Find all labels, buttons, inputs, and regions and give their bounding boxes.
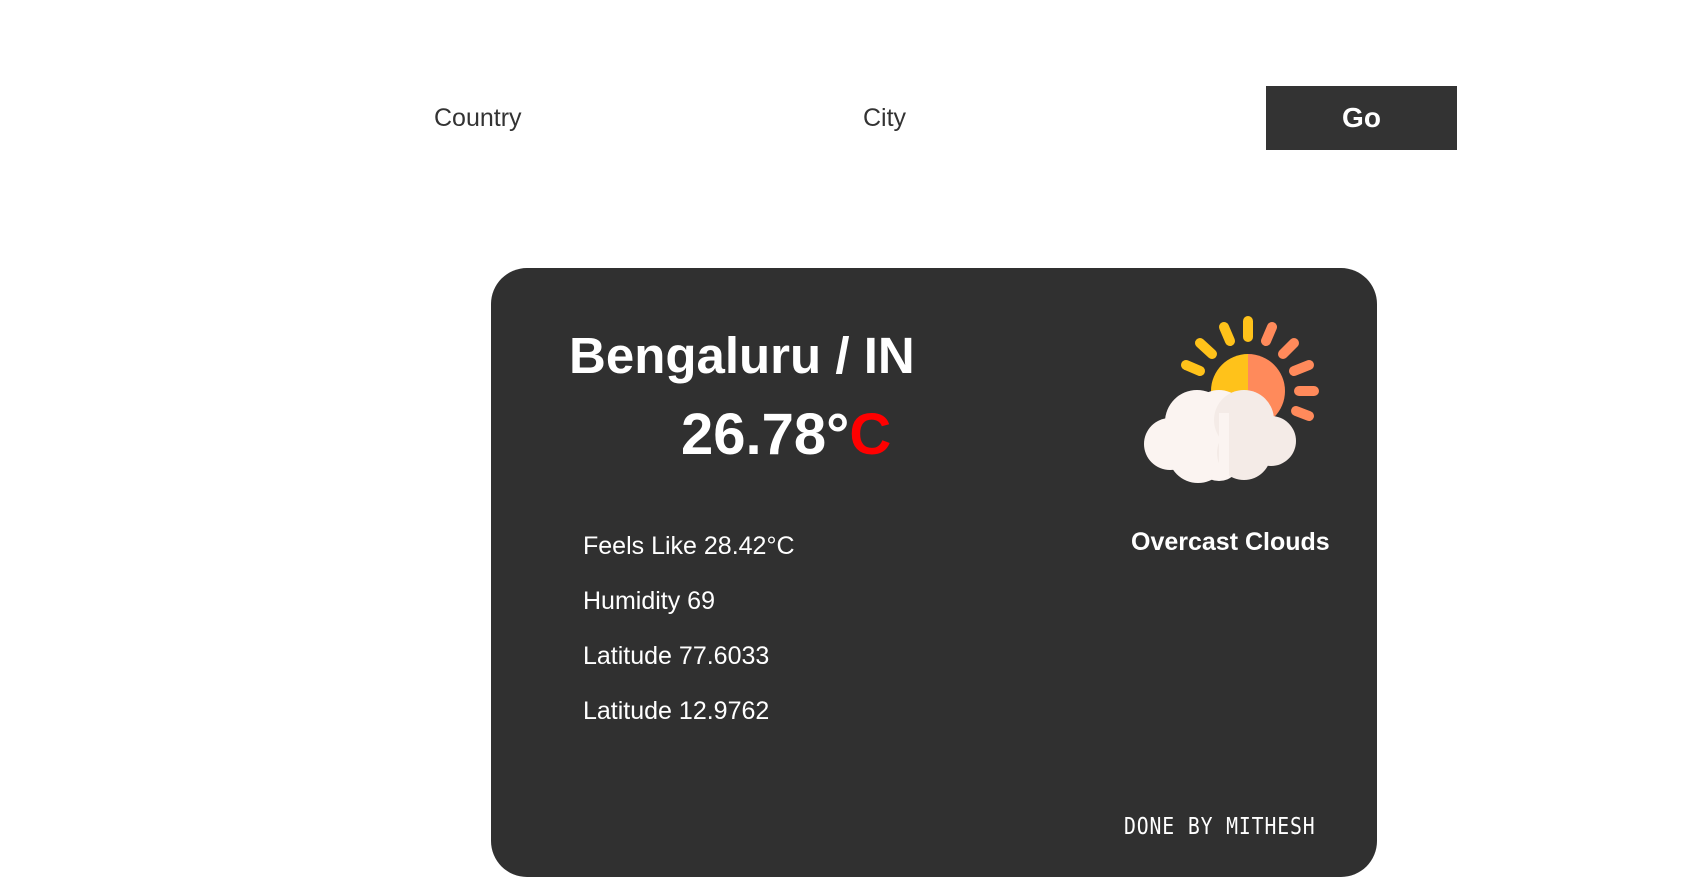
weather-condition: Overcast Clouds	[1131, 528, 1330, 556]
sun-behind-cloud-icon	[1144, 316, 1319, 483]
humidity-text: Humidity 69	[583, 587, 715, 615]
weather-card: Bengaluru / IN 26.78°C Feels Like 28.42°…	[491, 268, 1377, 877]
temperature-unit: C	[849, 402, 892, 467]
temperature-display: 26.78°C	[681, 401, 891, 468]
weather-app: Go Bengaluru / IN 26.78°C Feels Like 28.…	[0, 0, 1708, 893]
feels-like-text: Feels Like 28.42°C	[583, 532, 795, 560]
weather-details: Feels Like 28.42°C Humidity 69 Latitude …	[583, 531, 795, 751]
latitude-text: Latitude 77.6033	[583, 642, 770, 670]
location-title: Bengaluru / IN	[569, 327, 915, 384]
city-input[interactable]	[863, 100, 1163, 136]
latitude-text-2: Latitude 12.9762	[583, 697, 770, 725]
credit-text: DONE BY MITHESH	[1124, 814, 1316, 840]
country-input[interactable]	[434, 100, 734, 136]
search-bar: Go	[0, 0, 1708, 160]
go-button[interactable]: Go	[1266, 86, 1457, 150]
temperature-value: 26.78°	[681, 402, 850, 467]
